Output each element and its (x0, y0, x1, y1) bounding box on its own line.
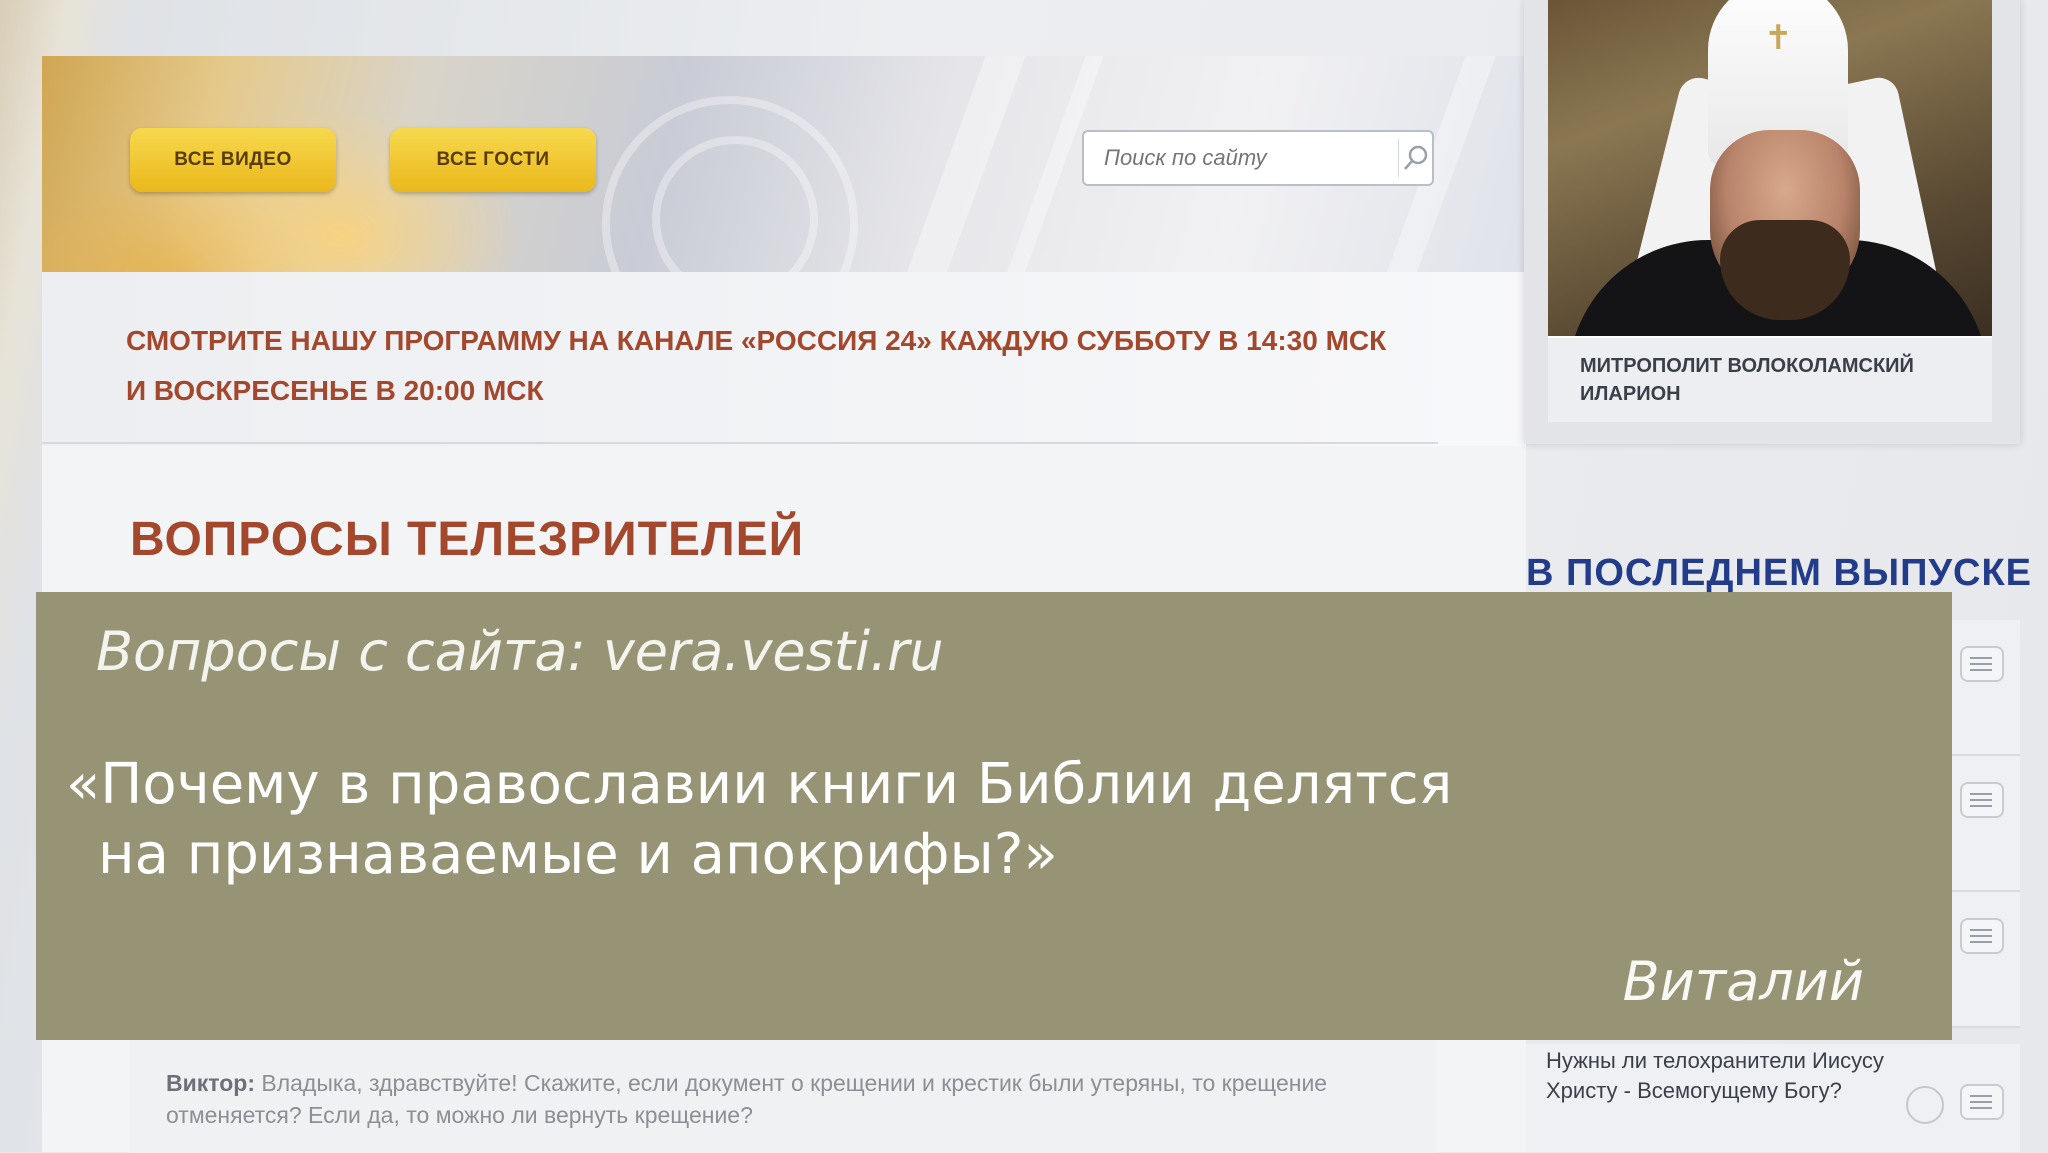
question-line-2: на признаваемые и апокрифы?» (98, 822, 1058, 887)
play-icon[interactable] (1906, 1086, 1944, 1124)
overlay-source: Вопросы с сайта: vera.vesti.ru (96, 620, 944, 683)
schedule-line-1: СМОТРИТЕ НАШУ ПРОГРАММУ НА КАНАЛЕ «РОССИ… (126, 325, 1387, 356)
list-item-title: Нужны ли телохранители Иисусу Христу - В… (1546, 1048, 1884, 1103)
overlay-question: «Почему в православии книги Библии делят… (66, 750, 1866, 890)
question-line-1: «Почему в православии книги Библии делят… (66, 752, 1453, 817)
guest-name-line-2: ИЛАРИОН (1580, 383, 1681, 405)
overlay-author: Виталий (1622, 950, 1864, 1013)
latest-episode-title: В ПОСЛЕДНЕМ ВЫПУСКЕ (1526, 552, 2033, 594)
comment-author: Виктор: (166, 1070, 255, 1096)
list-icon[interactable] (1960, 646, 2004, 682)
divider (42, 442, 1438, 444)
guest-name-line-1: МИТРОПОЛИТ ВОЛОКОЛАМСКИЙ (1580, 355, 1914, 377)
list-icon[interactable] (1960, 782, 2004, 818)
schedule-panel: СМОТРИТЕ НАШУ ПРОГРАММУ НА КАНАЛЕ «РОССИ… (42, 272, 1526, 448)
search-box (1082, 130, 1434, 186)
viewer-comment: Виктор: Владыка, здравствуйте! Скажите, … (130, 1030, 1436, 1153)
comment-text: Владыка, здравствуйте! Скажите, если док… (166, 1070, 1328, 1128)
list-icon[interactable] (1960, 1084, 2004, 1120)
search-icon (1403, 145, 1427, 170)
schedule-line-2: И ВОСКРЕСЕНЬЕ В 20:00 МСК (126, 375, 544, 406)
all-guests-button[interactable]: ВСЕ ГОСТИ (390, 128, 596, 192)
all-videos-button[interactable]: ВСЕ ВИДЕО (130, 128, 336, 192)
guest-card[interactable]: ✝ МИТРОПОЛИТ ВОЛОКОЛАМСКИЙ ИЛАРИОН (1524, 0, 2020, 444)
section-title: ВОПРОСЫ ТЕЛЕЗРИТЕЛЕЙ (130, 513, 805, 566)
guest-caption: МИТРОПОЛИТ ВОЛОКОЛАМСКИЙ ИЛАРИОН (1548, 336, 1992, 422)
schedule-text: СМОТРИТЕ НАШУ ПРОГРАММУ НА КАНАЛЕ «РОССИ… (126, 316, 1466, 416)
search-input[interactable] (1084, 131, 1398, 185)
list-icon[interactable] (1960, 918, 2004, 954)
search-button[interactable] (1399, 132, 1432, 184)
guest-photo: ✝ (1548, 0, 1992, 336)
list-item[interactable]: Нужны ли телохранители Иисусу Христу - В… (1526, 1044, 2020, 1152)
